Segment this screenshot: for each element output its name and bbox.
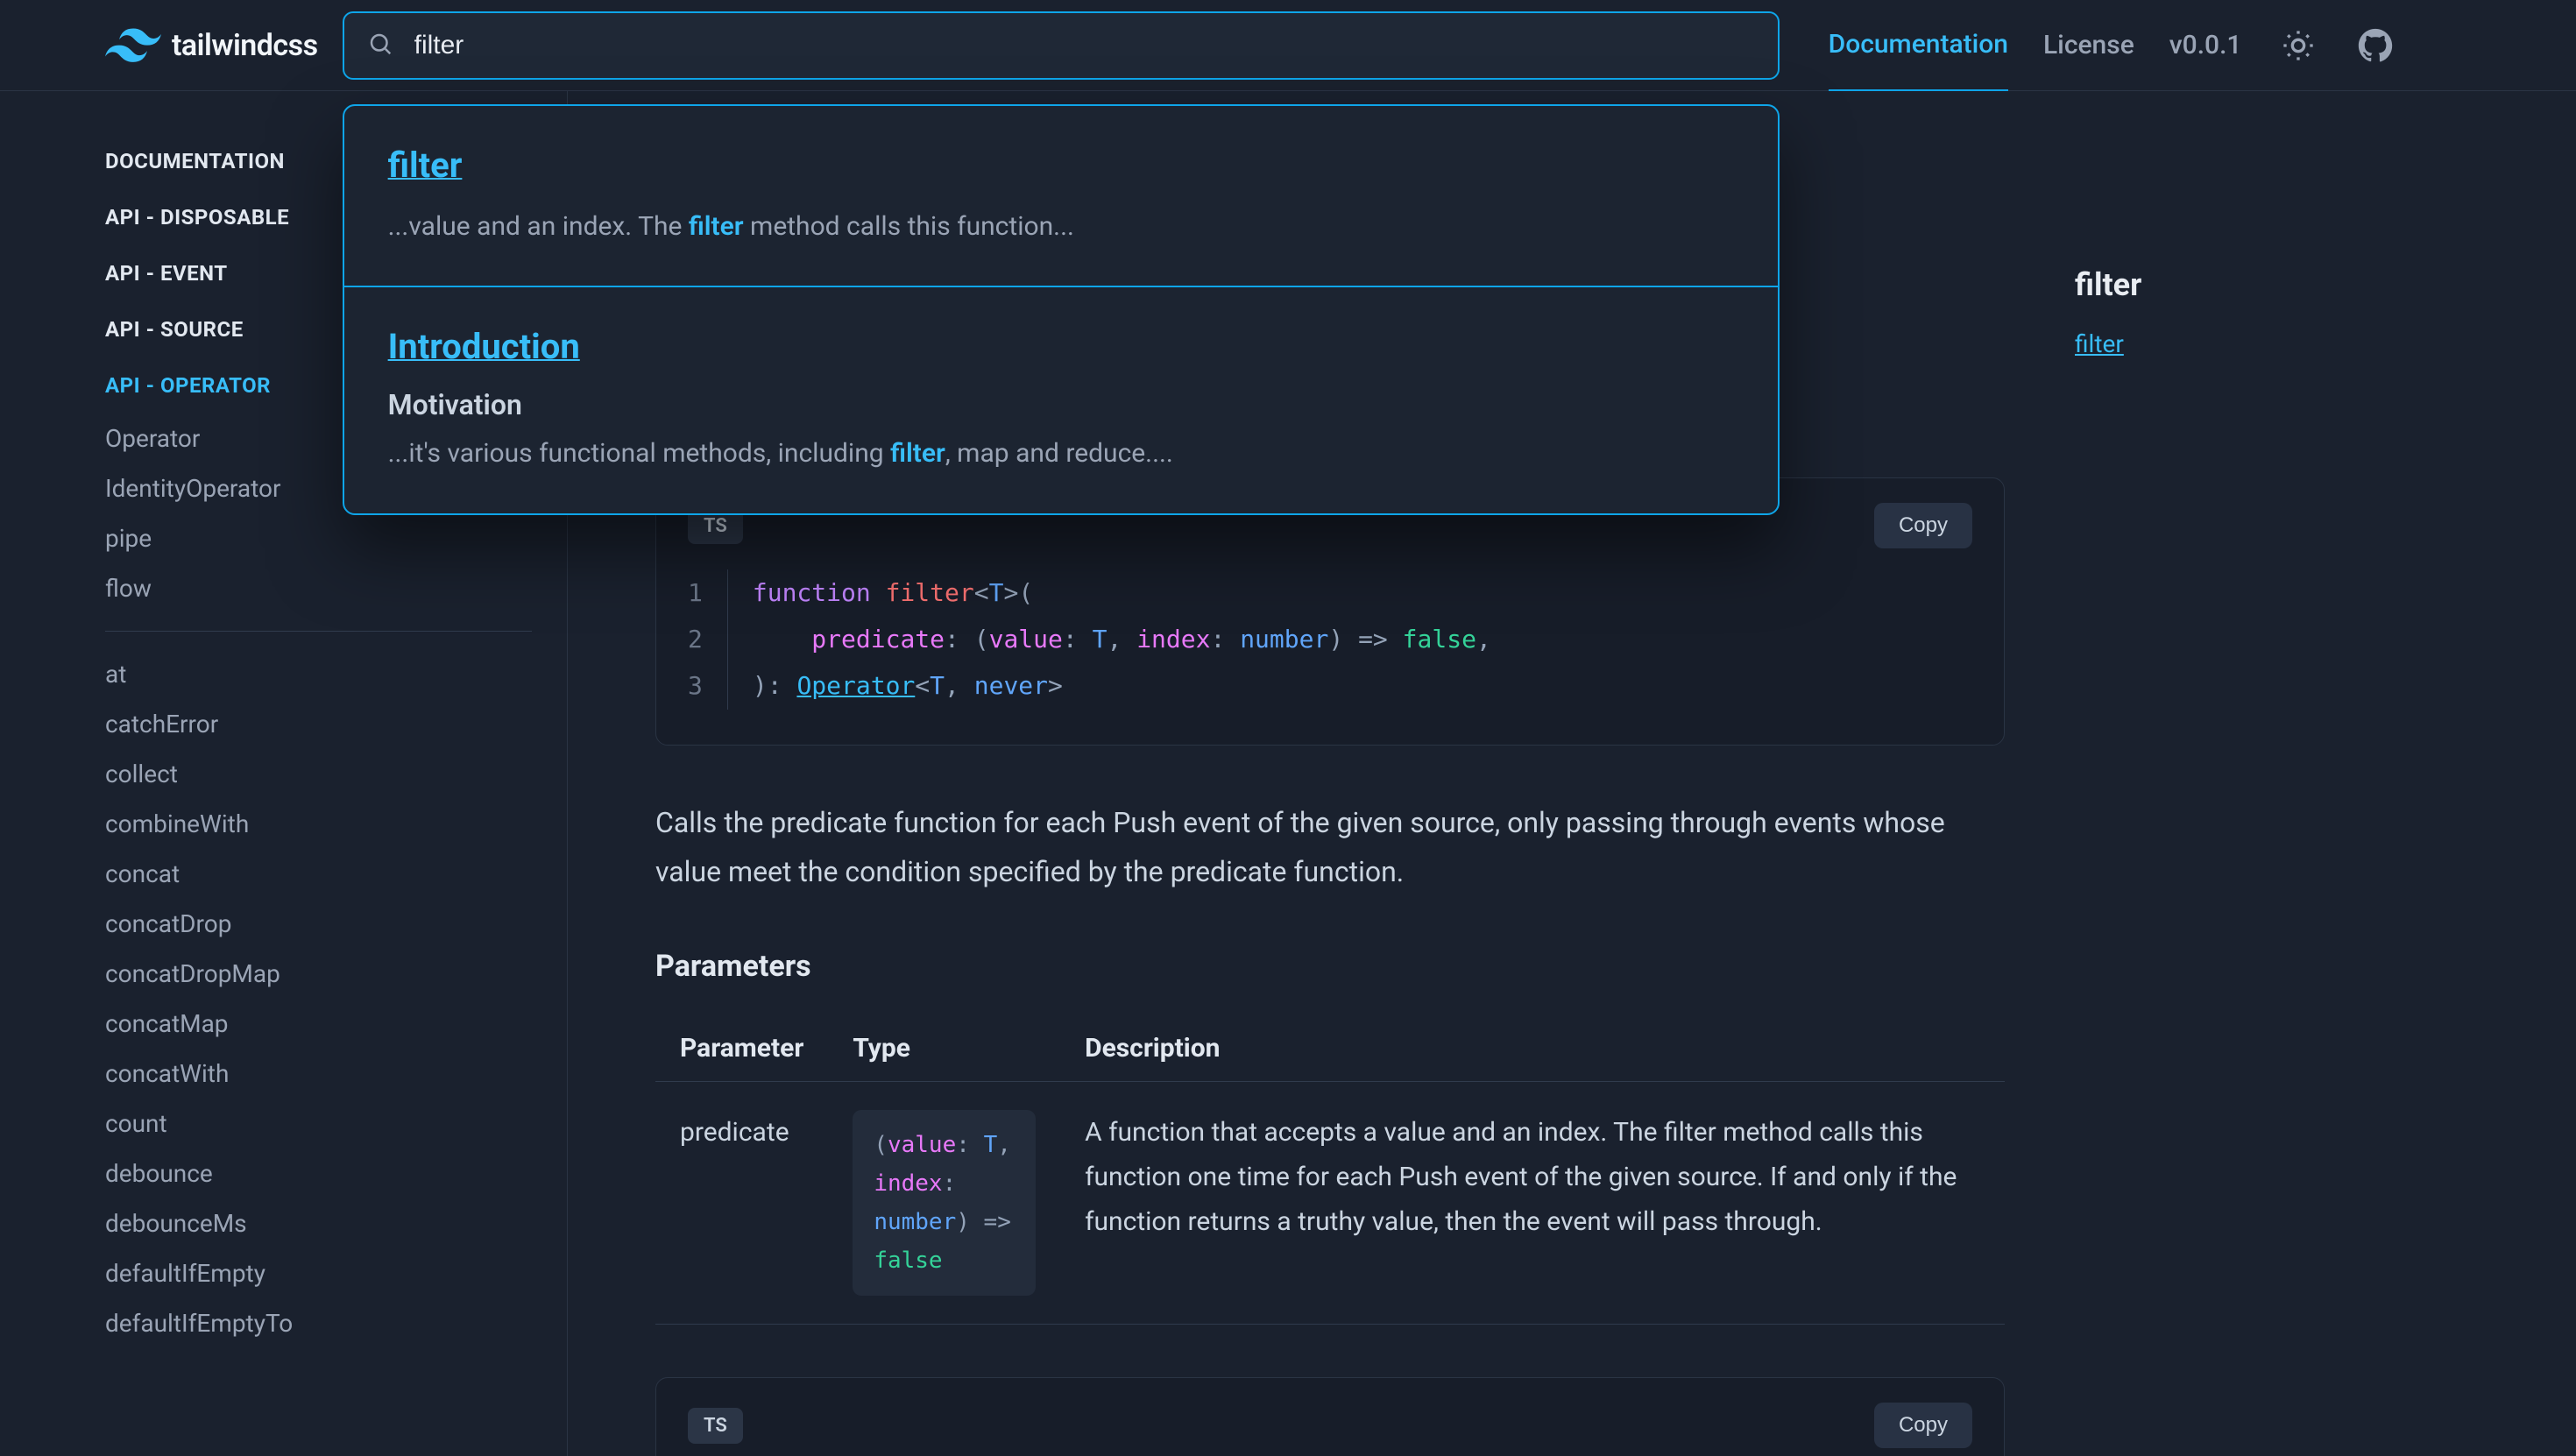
sidebar-item[interactable]: combineWith xyxy=(105,799,567,849)
code-block: TS Copy 123 function filter<T>( predicat… xyxy=(655,477,2005,746)
theme-toggle-icon[interactable] xyxy=(2277,25,2319,67)
search-dropdown: filter ...value and an index. The filter… xyxy=(343,104,1780,515)
search-result-title: Introduction xyxy=(388,326,1734,367)
search-result[interactable]: Introduction Motivation ...it's various … xyxy=(344,286,1778,513)
toc-heading: filter xyxy=(2075,266,2303,303)
parameters-table: Parameter Type Description predicate (va… xyxy=(655,1015,2005,1325)
sidebar-item[interactable]: concatMap xyxy=(105,999,567,1049)
code-lines: function filter<T>( predicate: (value: T… xyxy=(728,569,1491,710)
table-row: predicate (value: T, index:number) => fa… xyxy=(655,1081,2005,1325)
sidebar-group: Operator IdentityOperator pipe flow at c… xyxy=(105,413,567,1348)
sidebar-item[interactable]: defaultIfEmptyTo xyxy=(105,1298,567,1348)
search-result-snippet: ...it's various functional methods, incl… xyxy=(388,434,1734,475)
logo[interactable]: tailwindcss xyxy=(105,28,318,63)
search-result-title: filter xyxy=(388,145,1734,186)
tailwind-logo-icon xyxy=(105,28,161,63)
sidebar-divider xyxy=(105,631,532,632)
search-input[interactable] xyxy=(343,11,1780,80)
search-container: filter ...value and an index. The filter… xyxy=(343,11,1780,80)
type-chip: (value: T, index:number) => false xyxy=(853,1110,1036,1297)
nav-documentation[interactable]: Documentation xyxy=(1829,29,2008,91)
search-result[interactable]: filter ...value and an index. The filter… xyxy=(344,106,1778,286)
header-nav: Documentation License v0.0.1 xyxy=(1829,25,2396,67)
search-result-snippet: ...value and an index. The filter method… xyxy=(388,207,1734,248)
sidebar-item[interactable]: debounceMs xyxy=(105,1198,567,1248)
language-tab[interactable]: TS xyxy=(688,1408,743,1444)
page-toc: filter filter xyxy=(2075,249,2303,1403)
version-label: v0.0.1 xyxy=(2169,30,2242,60)
nav-license[interactable]: License xyxy=(2043,30,2134,90)
toc-link[interactable]: filter xyxy=(2075,329,2124,358)
table-header: Description xyxy=(1060,1015,2005,1082)
line-gutter: 123 xyxy=(674,569,728,710)
copy-button[interactable]: Copy xyxy=(1874,1403,1972,1448)
sidebar-item[interactable]: concatDrop xyxy=(105,899,567,949)
sidebar-item[interactable]: count xyxy=(105,1099,567,1149)
sidebar-item[interactable]: concatWith xyxy=(105,1049,567,1099)
copy-button[interactable]: Copy xyxy=(1874,503,1972,548)
header: tailwindcss filter ...value and an index… xyxy=(0,0,2576,91)
sidebar-item[interactable]: debounce xyxy=(105,1149,567,1198)
sidebar-item[interactable]: at xyxy=(105,649,567,699)
param-name: predicate xyxy=(655,1081,828,1325)
github-icon[interactable] xyxy=(2354,25,2396,67)
sidebar-item[interactable]: defaultIfEmpty xyxy=(105,1248,567,1298)
table-header: Type xyxy=(828,1015,1060,1082)
code-block: TS Copy 1 function filter<T, S extends T… xyxy=(655,1377,2005,1456)
sidebar-item[interactable]: collect xyxy=(105,749,567,799)
search-result-section: Motivation xyxy=(388,388,1734,421)
table-header: Parameter xyxy=(655,1015,828,1082)
sidebar-item[interactable]: flow xyxy=(105,563,567,613)
param-type: (value: T, index:number) => false xyxy=(828,1081,1060,1325)
sidebar-item[interactable]: concatDropMap xyxy=(105,949,567,999)
search-icon xyxy=(367,31,393,60)
parameters-heading: Parameters xyxy=(655,949,2005,984)
description-paragraph: Calls the predicate function for each Pu… xyxy=(655,798,2005,896)
sidebar-item[interactable]: pipe xyxy=(105,513,567,563)
sidebar-item[interactable]: concat xyxy=(105,849,567,899)
param-desc: A function that accepts a value and an i… xyxy=(1060,1081,2005,1325)
sidebar-item[interactable]: catchError xyxy=(105,699,567,749)
logo-text: tailwindcss xyxy=(172,28,318,63)
